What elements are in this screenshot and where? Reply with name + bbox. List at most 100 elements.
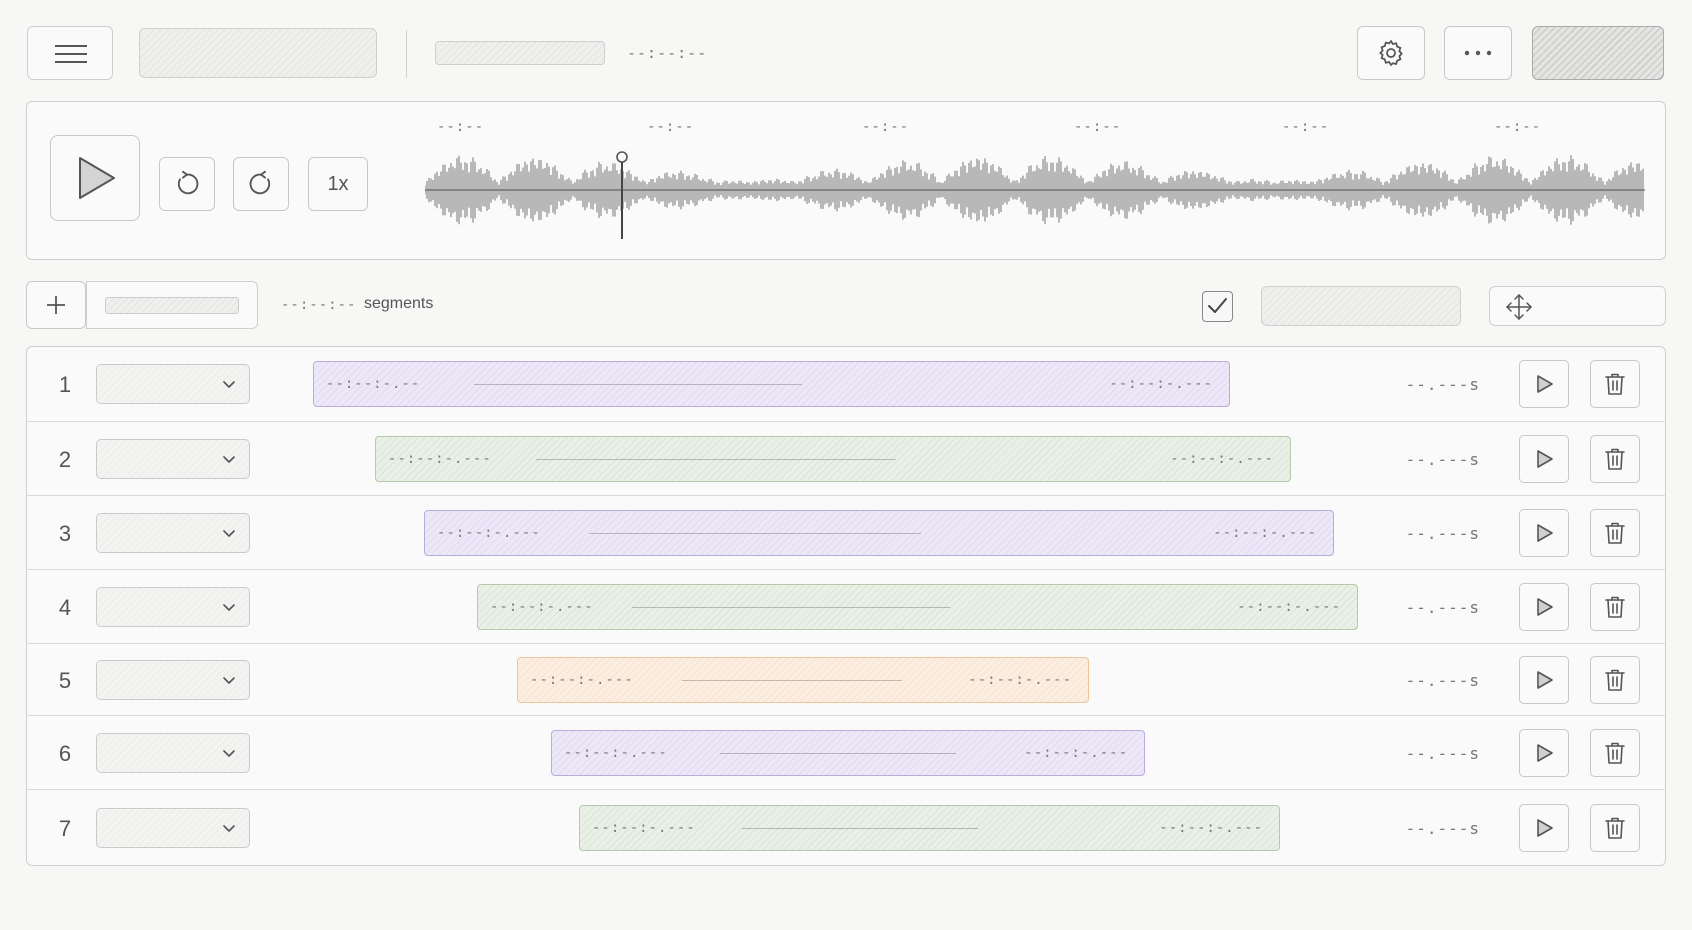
play-icon — [1537, 524, 1553, 542]
segment-speaker-dropdown[interactable] — [96, 808, 250, 848]
segment-delete-button[interactable] — [1590, 804, 1640, 852]
chevron-down-icon — [223, 750, 235, 757]
segment-play-button[interactable] — [1519, 729, 1569, 777]
segment-bar[interactable]: --:--:-.--- --:--:-.--- — [579, 805, 1280, 851]
chevron-down-icon — [223, 604, 235, 611]
segment-bar[interactable]: --:--:-.-- --:--:-.--- — [313, 361, 1230, 407]
play-icon — [1537, 450, 1553, 468]
segment-bar[interactable]: --:--:-.--- --:--:-.--- — [517, 657, 1089, 703]
segment-play-button[interactable] — [1519, 360, 1569, 408]
segment-delete-button[interactable] — [1590, 656, 1640, 704]
segment-row[interactable]: 7 --:--:-.--- --:--:-.--- --.---s — [26, 790, 1666, 866]
segment-end-time: --:--:-.--- — [1213, 525, 1317, 541]
rotate-forward-icon — [249, 170, 271, 195]
chevron-down-icon — [223, 677, 235, 684]
trash-icon — [1605, 817, 1625, 839]
segment-bar[interactable]: --:--:-.--- --:--:-.--- — [477, 584, 1358, 630]
segment-speaker-dropdown[interactable] — [96, 513, 250, 553]
playhead[interactable] — [616, 151, 628, 241]
header-divider — [406, 30, 407, 78]
segment-end-time: --:--:-.--- — [1170, 451, 1274, 467]
chevron-down-icon — [223, 825, 235, 832]
segment-index: 1 — [58, 372, 72, 397]
segment-play-button[interactable] — [1519, 804, 1569, 852]
segment-speaker-dropdown[interactable] — [96, 439, 250, 479]
segment-track-line — [474, 384, 802, 385]
gear-icon — [1379, 39, 1403, 67]
time-marker: --:-- — [1282, 119, 1330, 135]
settings-button[interactable] — [1357, 26, 1425, 80]
select-all-checkbox[interactable] — [1202, 291, 1233, 322]
more-horizontal-icon — [1464, 50, 1492, 56]
move-tool-button[interactable] — [1489, 286, 1666, 326]
chevron-down-icon — [223, 530, 235, 537]
segment-track-line — [720, 753, 956, 754]
plus-icon — [47, 296, 65, 314]
segment-play-button[interactable] — [1519, 509, 1569, 557]
trash-icon — [1605, 373, 1625, 395]
segment-row[interactable]: 1 --:--:-.-- --:--:-.--- --.---s — [26, 346, 1666, 422]
segment-duration: --.---s — [1405, 671, 1480, 690]
segment-start-time: --:--:-.--- — [388, 451, 492, 467]
segment-end-time: --:--:-.--- — [1159, 820, 1263, 836]
add-segment-button[interactable] — [26, 281, 86, 329]
chevron-down-icon — [223, 456, 235, 463]
segment-bar[interactable]: --:--:-.--- --:--:-.--- — [375, 436, 1291, 482]
play-icon — [1537, 375, 1553, 393]
segment-delete-button[interactable] — [1590, 509, 1640, 557]
menu-button[interactable] — [27, 26, 113, 80]
segment-start-time: --:--:-.--- — [490, 599, 594, 615]
player-panel: 1x --:-- --:-- --:-- --:-- --:-- --:-- — [26, 101, 1666, 260]
chevron-down-icon — [223, 381, 235, 388]
time-marker: --:-- — [1494, 119, 1542, 135]
segment-speaker-dropdown[interactable] — [96, 587, 250, 627]
batch-action-field[interactable] — [1261, 286, 1461, 326]
segment-start-time: --:--:-.--- — [437, 525, 541, 541]
segment-delete-button[interactable] — [1590, 729, 1640, 777]
export-button[interactable] — [1532, 26, 1664, 80]
segment-bar[interactable]: --:--:-.--- --:--:-.--- — [551, 730, 1145, 776]
segment-track-line — [632, 607, 950, 608]
segment-row[interactable]: 2 --:--:-.--- --:--:-.--- --.---s — [26, 422, 1666, 496]
segment-row[interactable]: 6 --:--:-.--- --:--:-.--- --.---s — [26, 716, 1666, 790]
segment-speaker-dropdown[interactable] — [96, 733, 250, 773]
segment-index: 2 — [58, 447, 72, 472]
rewind-button[interactable] — [159, 157, 215, 211]
segment-index: 7 — [58, 816, 72, 841]
trash-icon — [1605, 596, 1625, 618]
segment-delete-button[interactable] — [1590, 583, 1640, 631]
segment-play-button[interactable] — [1519, 583, 1569, 631]
more-options-button[interactable] — [1444, 26, 1512, 80]
move-arrows-icon — [1506, 294, 1532, 320]
segment-duration: --.---s — [1405, 375, 1480, 394]
forward-button[interactable] — [233, 157, 289, 211]
segment-row[interactable]: 3 --:--:-.--- --:--:-.--- --.---s — [26, 496, 1666, 570]
playback-speed-button[interactable]: 1x — [308, 157, 368, 211]
rotate-back-icon — [177, 170, 199, 195]
filter-input-bar — [105, 297, 239, 314]
segment-play-button[interactable] — [1519, 435, 1569, 483]
segment-delete-button[interactable] — [1590, 360, 1640, 408]
segment-end-time: --:--:-.--- — [1024, 745, 1128, 761]
time-marker: --:-- — [1074, 119, 1122, 135]
segment-speaker-dropdown[interactable] — [96, 364, 250, 404]
trash-icon — [1605, 522, 1625, 544]
segment-speaker-dropdown[interactable] — [96, 660, 250, 700]
segment-play-button[interactable] — [1519, 656, 1569, 704]
segment-bar[interactable]: --:--:-.--- --:--:-.--- — [424, 510, 1334, 556]
segment-delete-button[interactable] — [1590, 435, 1640, 483]
segment-row[interactable]: 5 --:--:-.--- --:--:-.--- --.---s — [26, 644, 1666, 716]
play-button[interactable] — [50, 135, 140, 221]
project-title-field[interactable] — [139, 28, 377, 78]
segment-filter-field[interactable] — [86, 281, 258, 329]
segment-end-time: --:--:-.--- — [1109, 376, 1213, 392]
waveform[interactable] — [425, 142, 1645, 242]
segment-row[interactable]: 4 --:--:-.--- --:--:-.--- --.---s — [26, 570, 1666, 644]
segment-duration: --.---s — [1405, 819, 1480, 838]
segment-duration: --.---s — [1405, 598, 1480, 617]
segment-start-time: --:--:-.--- — [592, 820, 696, 836]
file-name-field[interactable] — [435, 41, 605, 65]
segment-track-line — [742, 828, 978, 829]
segment-duration: --.---s — [1405, 450, 1480, 469]
segment-index: 6 — [58, 741, 72, 766]
